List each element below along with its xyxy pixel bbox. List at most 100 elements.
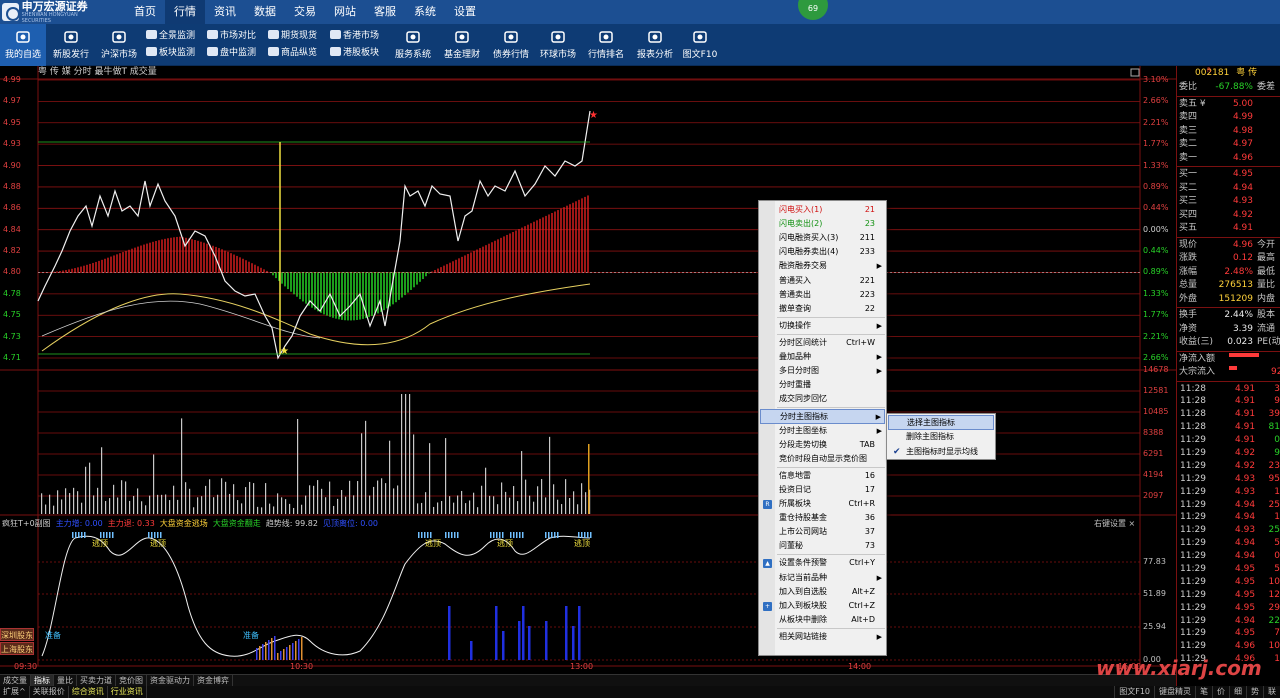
context-menu-item-35[interactable]: 相关网站链接 ▶ <box>760 630 885 645</box>
status-button-3[interactable]: 价 <box>1212 686 1229 698</box>
intraday-chart-svg[interactable]: ★ ★ 逃顶 逃顶 逃顶 逃顶 逃顶准备 准备 <box>0 66 1176 674</box>
context-menu-item-25[interactable]: 重仓持股基金 36 <box>760 511 885 526</box>
menu-item-6[interactable]: 客服 <box>365 0 405 24</box>
toolbar-small-5[interactable]: 商品纵览 <box>268 45 317 61</box>
toolbar-small-7[interactable]: 港股板块 <box>330 45 379 61</box>
context-menu-item-32[interactable]: + 加入到板块股 Ctrl+Z <box>760 599 885 614</box>
context-menu-item-14[interactable]: 分时重播 <box>760 378 885 393</box>
status-button-5[interactable]: 势 <box>1246 686 1263 698</box>
volume-bar <box>477 507 479 514</box>
status-button-6[interactable]: 联 <box>1263 686 1280 698</box>
context-menu-item-15[interactable]: 成交同步回忆 <box>760 392 885 407</box>
quote-value: 4.93 <box>1232 196 1253 206</box>
status-button-2[interactable]: 笔 <box>1195 686 1212 698</box>
context-menu-item-31[interactable]: 加入到自选股 Alt+Z <box>760 585 885 600</box>
context-menu-item-13[interactable]: 多日分时图 ▶ <box>760 364 885 379</box>
shenzhen-holder-tag[interactable]: 深圳股东 <box>0 628 34 641</box>
context-menu-item-18[interactable]: 分时主图坐标 ▶ <box>760 424 885 439</box>
status-button-0[interactable]: 图文F10 <box>1114 686 1154 698</box>
context-menu-item-7[interactable]: 撤单查询 22 <box>760 302 885 317</box>
menu-item-3[interactable]: 数据 <box>245 0 285 24</box>
toolbar-small-0[interactable]: 全景监测 <box>146 28 195 44</box>
toolbar-button-0[interactable]: 我的自选 <box>0 24 46 66</box>
toolbar-small-2[interactable]: 市场对比 <box>207 28 256 44</box>
menu-item-0[interactable]: 首页 <box>125 0 165 24</box>
context-menu-item-27[interactable]: 问董秘 73 <box>760 539 885 554</box>
context-menu-item-5[interactable]: 普通买入 221 <box>760 274 885 289</box>
info-tab-0[interactable]: 扩展^ <box>0 686 30 698</box>
context-menu-item-19[interactable]: 分段走势切换 TAB <box>760 438 885 453</box>
tick-price: 4.94 <box>1235 499 1256 510</box>
menu-item-label: 普通卖出 <box>779 289 811 299</box>
context-menu-item-29[interactable]: ▲ 设置条件预警 Ctrl+Y <box>760 556 885 571</box>
submenu-item-2[interactable]: ✔ 主图指标时显示均线 <box>888 445 994 460</box>
volume-bar <box>473 492 475 514</box>
menu-item-2[interactable]: 资讯 <box>205 0 245 24</box>
info-tab-1[interactable]: 关联报价 <box>30 686 69 698</box>
submenu-item-1[interactable]: 删除主图指标 <box>888 430 994 445</box>
context-menu-item-3[interactable]: 闪电融券卖出(4) 233 <box>760 245 885 260</box>
menu-item-4[interactable]: 交易 <box>285 0 325 24</box>
context-menu-item-9[interactable]: 切换操作 ▶ <box>760 319 885 334</box>
context-menu-item-12[interactable]: 叠加品种 ▶ <box>760 350 885 365</box>
toolbar-button-2[interactable]: 沪深市场 <box>97 24 141 66</box>
submenu-item-0[interactable]: 选择主图指标 <box>888 415 994 430</box>
context-menu-item-4[interactable]: 融资融券交易 ▶ <box>760 259 885 274</box>
right-click-settings[interactable]: 右键设置 × <box>1094 518 1135 529</box>
context-menu-item-24[interactable]: R 所属板块 Ctrl+R <box>760 497 885 512</box>
context-menu-item-23[interactable]: 投资日记 17 <box>760 483 885 498</box>
toolbar-button-10[interactable]: 图文F10 <box>680 24 720 66</box>
notification-badge[interactable]: 69 <box>798 0 828 20</box>
volume-bar <box>225 481 227 514</box>
menu-item-1[interactable]: 行情 <box>165 0 205 24</box>
context-menu-item-30[interactable]: 标记当前品种 ▶ <box>760 571 885 586</box>
toolbar-button-8[interactable]: 行情排名 <box>583 24 629 66</box>
menu-item-5[interactable]: 网站 <box>325 0 365 24</box>
context-menu-item-33[interactable]: 从板块中删除 Alt+D <box>760 613 885 628</box>
context-menu-item-17[interactable]: 分时主图指标 ▶ <box>760 409 885 424</box>
toolbar-small-1[interactable]: 板块监测 <box>146 45 195 61</box>
indicator-tab-0[interactable]: 成交量 <box>0 675 31 686</box>
info-tab-3[interactable]: 行业资讯 <box>108 686 147 698</box>
indicator-tab-6[interactable]: 资金博弈 <box>194 675 233 686</box>
toolbar-button-9[interactable]: 报表分析 <box>632 24 678 66</box>
indicator-tab-5[interactable]: 资金驱动力 <box>147 675 194 686</box>
context-menu-item-20[interactable]: 竞价时段自动显示竞价图 <box>760 452 885 467</box>
toolbar-button-5[interactable]: 基金理财 <box>440 24 484 66</box>
menu-separator <box>777 407 885 409</box>
toolbar-small-4[interactable]: 期货现货 <box>268 28 317 44</box>
context-menu-item-6[interactable]: 普通卖出 223 <box>760 288 885 303</box>
indicator-tab-4[interactable]: 竞价图 <box>116 675 147 686</box>
quote-label: 卖三 <box>1179 125 1198 136</box>
menu-item-7[interactable]: 系统 <box>405 0 445 24</box>
toolbar-small-6[interactable]: 香港市场 <box>330 28 379 44</box>
context-menu-item-1[interactable]: 闪电卖出(2) 23 <box>760 217 885 232</box>
shanghai-holder-tag[interactable]: 上海股东 <box>0 642 34 655</box>
context-menu-item-2[interactable]: 闪电融资买入(3) 211 <box>760 231 885 246</box>
toolbar-button-1[interactable]: 新股发行 <box>48 24 94 66</box>
intraday-chart-area[interactable]: ★ ★ 逃顶 逃顶 逃顶 逃顶 逃顶 准备 准备 粤 传 媒 分时 最牛做T 成交量 4.99 4… <box>0 66 1176 698</box>
info-tab-2[interactable]: 综合资讯 <box>69 686 108 698</box>
context-menu-item-26[interactable]: 上市公司网站 37 <box>760 525 885 540</box>
status-button-4[interactable]: 细 <box>1229 686 1246 698</box>
toolbar-button-7[interactable]: 环球市场 <box>536 24 580 66</box>
top-signal-tick <box>584 532 586 538</box>
toolbar-button-4[interactable]: 服务系统 <box>390 24 436 66</box>
toolbar-small-3[interactable]: 盘中监测 <box>207 45 256 61</box>
tick-row: 11:29 4.94 0 <box>1177 550 1280 563</box>
indicator-tab-3[interactable]: 买卖力道 <box>77 675 116 686</box>
tick-list[interactable]: 11:28 4.91 3 11:28 4.91 9 11:28 4.91 39 11:28 4.91… <box>1177 383 1280 667</box>
toolbar-label: 行情排名 <box>587 50 624 60</box>
context-menu-item-0[interactable]: 闪电买入(1) 21 <box>760 203 885 218</box>
indicator-tab-1[interactable]: 指标 <box>31 675 54 686</box>
context-menu-item-11[interactable]: 分时区间统计 Ctrl+W <box>760 336 885 351</box>
status-button-1[interactable]: 键盘精灵 <box>1154 686 1195 698</box>
percent-tick: 2.66% <box>1143 96 1169 106</box>
menu-item-8[interactable]: 设置 <box>445 0 485 24</box>
context-menu-item-22[interactable]: 信息地雷 16 <box>760 469 885 484</box>
quote-row: 外盘 151209 内盘 <box>1177 293 1280 307</box>
tick-price: 4.95 <box>1235 628 1256 639</box>
top-signal-tick <box>490 532 492 538</box>
toolbar-button-6[interactable]: 债券行情 <box>488 24 534 66</box>
indicator-tab-2[interactable]: 量比 <box>54 675 77 686</box>
